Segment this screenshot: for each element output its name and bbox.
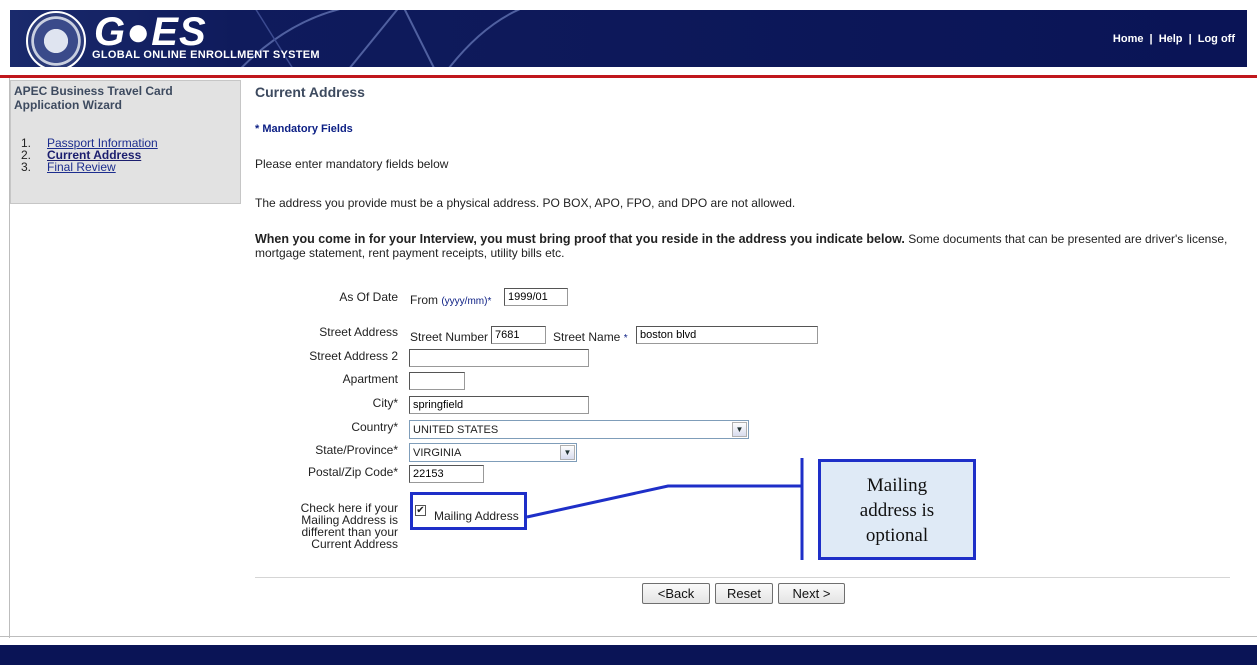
street-number-input[interactable]	[491, 326, 546, 344]
next-button[interactable]: Next >	[778, 583, 845, 604]
goes-logo: G●ES	[94, 10, 207, 54]
city-input[interactable]	[409, 396, 589, 414]
as-of-date-prefix: From (yyyy/mm)*	[410, 293, 491, 307]
mailing-address-checkbox-label: Mailing Address	[434, 509, 519, 523]
apartment-input[interactable]	[409, 372, 465, 390]
page-title: Current Address	[255, 84, 365, 100]
country-label: Country*	[351, 420, 398, 434]
postal-code-input[interactable]	[409, 465, 484, 483]
logo-subtitle: GLOBAL ONLINE ENROLLMENT SYSTEM	[92, 49, 320, 61]
chevron-down-icon[interactable]: ▼	[732, 422, 747, 437]
final-review-link[interactable]: Final Review	[47, 160, 116, 174]
state-selected-value: VIRGINIA	[413, 447, 462, 459]
instruction-text: Please enter mandatory fields below	[255, 157, 449, 171]
header-divider	[0, 75, 1257, 78]
interview-note-bold: When you come in for your Interview, you…	[255, 232, 905, 246]
street-address-label: Street Address	[319, 325, 398, 339]
wizard-steps: 1. Passport Information 2. Current Address…	[21, 137, 158, 173]
street-name-label-text: Street Name	[553, 330, 621, 344]
link-separator: |	[1149, 33, 1153, 45]
home-link[interactable]: Home	[1113, 33, 1144, 45]
street-number-label: Street Number	[410, 330, 489, 344]
form-divider	[255, 577, 1230, 578]
required-star: *	[623, 333, 628, 344]
wizard-step-review: 3. Final Review	[21, 161, 158, 173]
interview-note: When you come in for your Interview, you…	[255, 232, 1235, 260]
reset-button[interactable]: Reset	[715, 583, 773, 604]
required-star: *	[487, 296, 492, 307]
city-label: City*	[372, 396, 398, 410]
wizard-sidebar: APEC Business Travel Card Application Wi…	[10, 80, 241, 204]
street-address-2-input[interactable]	[409, 349, 589, 367]
postal-code-label: Postal/Zip Code*	[307, 465, 398, 479]
country-selected-value: UNITED STATES	[413, 424, 499, 436]
callout-text-line: Mailing	[866, 475, 928, 496]
footer-border	[0, 636, 1257, 637]
logoff-link[interactable]: Log off	[1198, 33, 1235, 45]
country-select[interactable]: UNITED STATES ▼	[409, 420, 749, 439]
street-name-label: Street Name *	[553, 330, 628, 344]
state-select[interactable]: VIRGINIA ▼	[409, 443, 577, 462]
mailing-address-checkbox[interactable]: ✔	[415, 505, 426, 516]
callout-text-line: optional	[865, 525, 929, 546]
as-of-date-label: As Of Date	[339, 290, 398, 304]
step-number: 3.	[21, 160, 32, 174]
top-links: Home | Help | Log off	[1113, 33, 1235, 45]
chevron-down-icon[interactable]: ▼	[560, 445, 575, 460]
footer-bar	[0, 645, 1257, 665]
callout-bubble: Mailing address is optional	[818, 459, 976, 560]
header-banner: G●ES GLOBAL ONLINE ENROLLMENT SYSTEM Hom…	[10, 10, 1247, 67]
apartment-label: Apartment	[342, 372, 398, 386]
link-separator: |	[1188, 33, 1192, 45]
street-name-input[interactable]	[636, 326, 818, 344]
state-label: State/Province*	[315, 443, 398, 457]
date-format-hint: (yyyy/mm)	[441, 296, 488, 307]
callout-text-line: address is	[859, 500, 935, 521]
back-button[interactable]: <Back	[642, 583, 710, 604]
mailing-label-line: Current Address	[311, 537, 398, 551]
help-link[interactable]: Help	[1159, 33, 1183, 45]
header: G●ES GLOBAL ONLINE ENROLLMENT SYSTEM Hom…	[0, 0, 1257, 75]
dhs-seal-logo	[26, 11, 86, 67]
wizard-title: APEC Business Travel Card Application Wi…	[14, 84, 173, 112]
address-note: The address you provide must be a physic…	[255, 196, 796, 210]
street-address-2-label: Street Address 2	[309, 349, 398, 363]
from-label: From	[410, 293, 438, 307]
mailing-address-explanation: Check here if your Mailing Address is di…	[280, 502, 398, 550]
as-of-date-input[interactable]	[504, 288, 568, 306]
mandatory-note: * Mandatory Fields	[255, 123, 353, 135]
